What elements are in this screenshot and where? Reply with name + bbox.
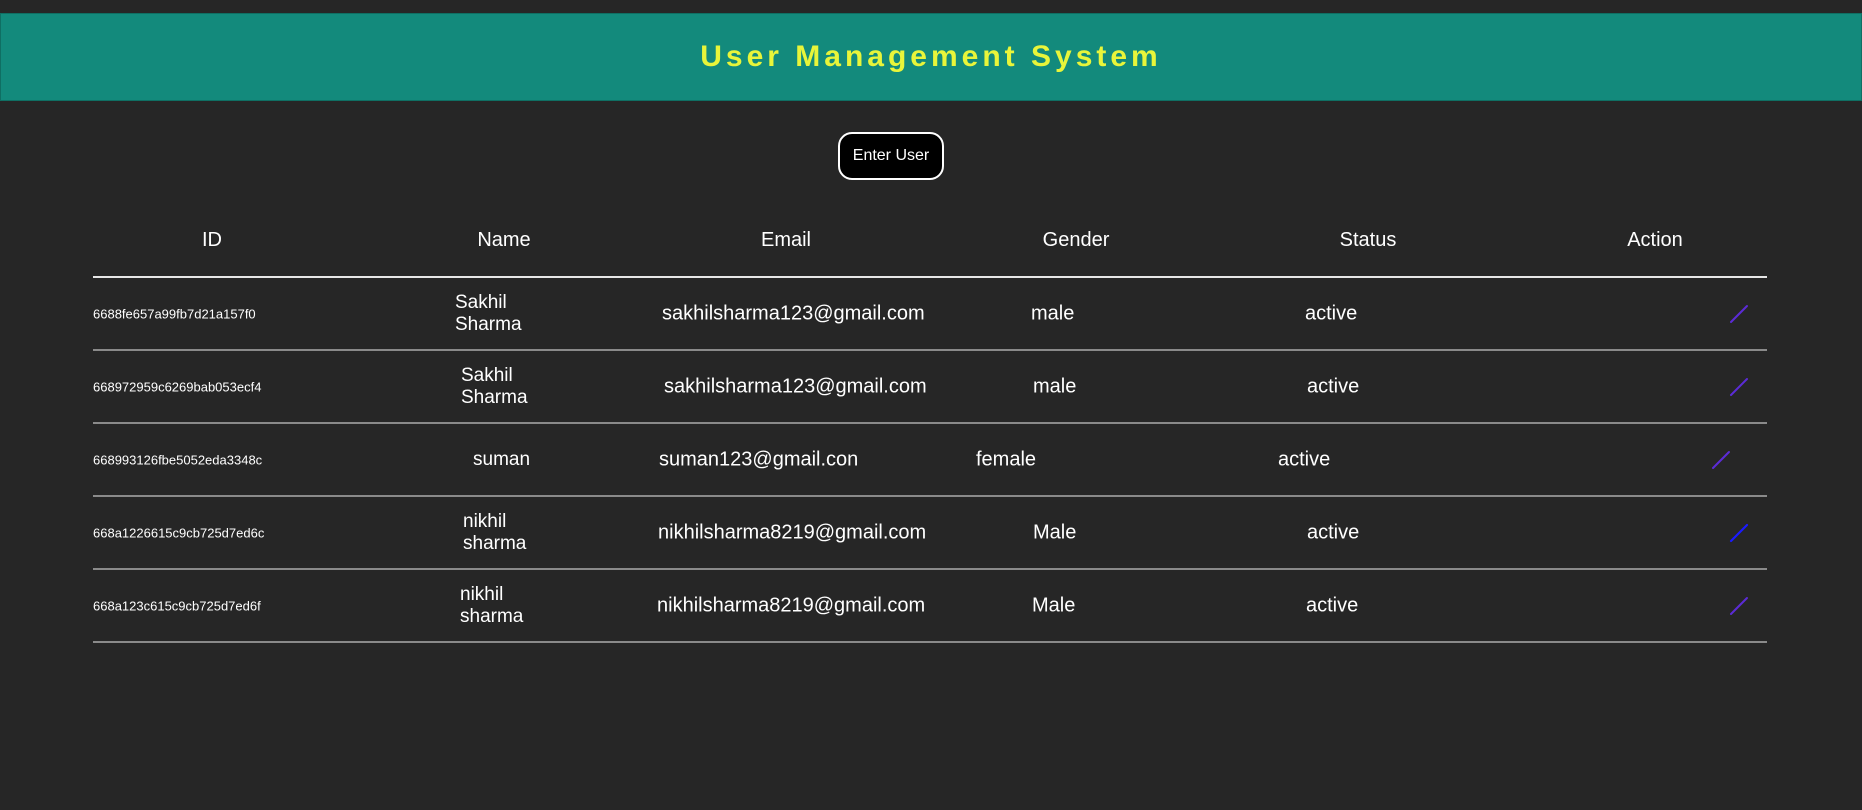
cell-gender: female xyxy=(976,448,1037,470)
cell-name: suman xyxy=(473,448,531,470)
column-header-email: Email xyxy=(760,229,812,251)
table-row: 668a1226615c9cb725d7ed6c nikhil sharma n… xyxy=(93,497,1767,570)
edit-pencil-icon[interactable] xyxy=(1728,303,1750,325)
cell-gender: male xyxy=(1033,375,1077,397)
edit-pencil-icon[interactable] xyxy=(1728,595,1750,617)
edit-pencil-icon[interactable] xyxy=(1728,376,1750,398)
cell-email: sakhilsharma123@gmail.com xyxy=(664,375,927,397)
cell-gender: Male xyxy=(1032,594,1076,616)
users-table: ID Name Email Gender Status Action 6688f… xyxy=(93,214,1767,643)
cell-id: 668972959c6269bab053ecf4 xyxy=(93,379,262,394)
column-header-status: Status xyxy=(1339,229,1397,251)
cell-id: 6688fe657a99fb7d21a157f0 xyxy=(93,306,256,321)
table-row: 668a123c615c9cb725d7ed6f nikhil sharma n… xyxy=(93,570,1767,643)
table-header: ID Name Email Gender Status Action xyxy=(93,214,1767,278)
column-header-gender: Gender xyxy=(1042,229,1110,251)
top-strip xyxy=(0,0,1862,13)
cell-status: active xyxy=(1307,521,1360,543)
column-header-id: ID xyxy=(202,229,222,251)
cell-status: active xyxy=(1306,594,1359,616)
cell-id: 668993126fbe5052eda3348c xyxy=(93,452,263,467)
table-row: 6688fe657a99fb7d21a157f0 Sakhil Sharma s… xyxy=(93,278,1767,351)
page-title: User Management System xyxy=(700,40,1162,73)
cell-name: nikhil sharma xyxy=(463,510,527,554)
cell-email: suman123@gmail.con xyxy=(659,448,859,470)
table-row: 668972959c6269bab053ecf4 Sakhil Sharma s… xyxy=(93,351,1767,424)
cell-email: nikhilsharma8219@gmail.com xyxy=(658,521,927,543)
cell-gender: Male xyxy=(1033,521,1077,543)
column-header-name: Name xyxy=(477,229,531,251)
cell-name: Sakhil Sharma xyxy=(455,291,522,335)
cell-name: nikhil sharma xyxy=(460,583,524,627)
edit-pencil-icon[interactable] xyxy=(1728,522,1750,544)
cell-gender: male xyxy=(1031,302,1075,324)
edit-pencil-icon[interactable] xyxy=(1710,449,1732,471)
cell-status: active xyxy=(1305,302,1358,324)
column-header-action: Action xyxy=(1627,229,1683,251)
table-row: 668993126fbe5052eda3348c suman suman123@… xyxy=(93,424,1767,497)
cell-name: Sakhil Sharma xyxy=(461,364,528,408)
cell-email: nikhilsharma8219@gmail.com xyxy=(657,594,926,616)
cell-id: 668a1226615c9cb725d7ed6c xyxy=(93,525,265,540)
enter-user-button[interactable]: Enter User xyxy=(838,132,944,180)
cell-status: active xyxy=(1278,448,1331,470)
app-header: User Management System xyxy=(0,13,1862,101)
cell-id: 668a123c615c9cb725d7ed6f xyxy=(93,598,261,613)
cell-status: active xyxy=(1307,375,1360,397)
cell-email: sakhilsharma123@gmail.com xyxy=(662,302,925,324)
